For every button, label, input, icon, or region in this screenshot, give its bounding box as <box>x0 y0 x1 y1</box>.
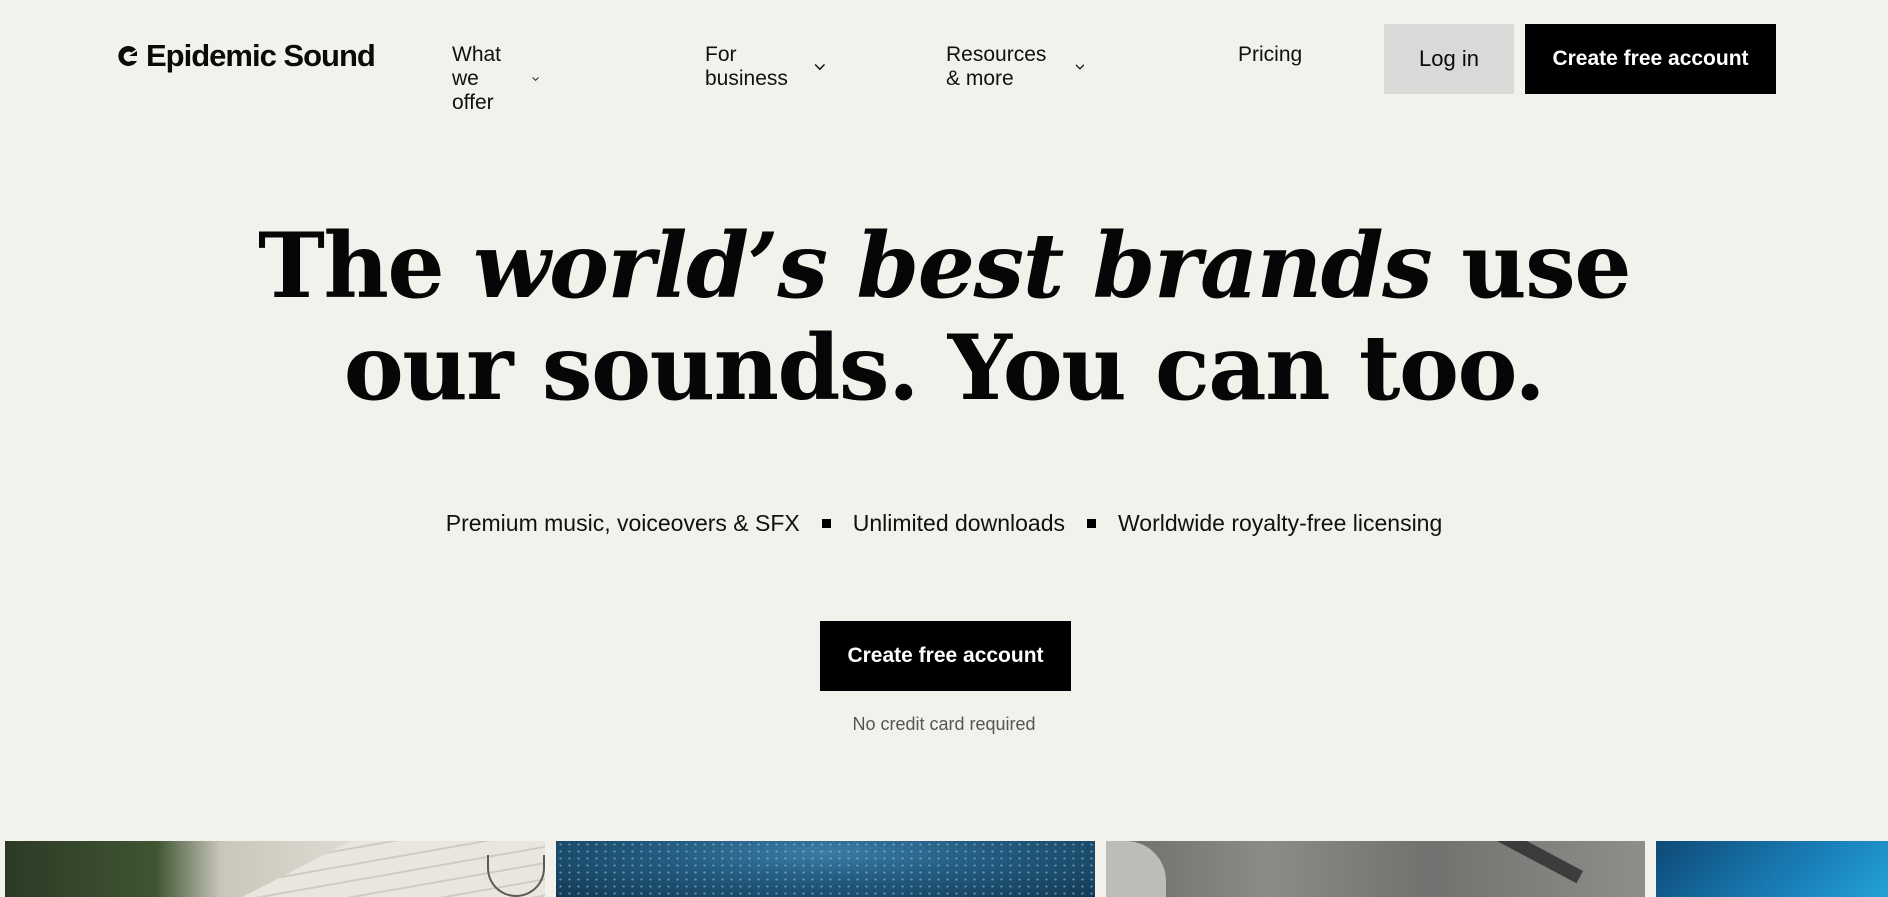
square-bullet-icon <box>1087 519 1096 528</box>
hero-title: The world’s best brands use our sounds. … <box>0 215 1888 419</box>
feature-item: Premium music, voiceovers & SFX <box>445 510 800 536</box>
nav-item-label: What we offer <box>452 43 502 114</box>
chevron-down-icon <box>1075 64 1084 70</box>
nav-item-for-business[interactable]: For business <box>705 43 826 91</box>
hero-title-end: use <box>1431 213 1631 319</box>
brand-name: Epidemic Sound <box>146 38 376 73</box>
nav-item-label: For business <box>705 43 788 90</box>
nav-item-resources[interactable]: Resources & more <box>946 43 1084 91</box>
feature-list: Premium music, voiceovers & SFX Unlimite… <box>0 510 1888 537</box>
landing-page: Epidemic Sound What we offer For busines… <box>0 0 1888 897</box>
showcase-image-blue[interactable] <box>1656 841 1888 897</box>
feature-item: Worldwide royalty-free licensing <box>1118 510 1443 536</box>
showcase-strip <box>0 841 1888 897</box>
showcase-image-gray[interactable] <box>1106 841 1645 897</box>
login-button[interactable]: Log in <box>1384 24 1514 94</box>
showcase-image-fish-school[interactable] <box>556 841 1095 897</box>
chevron-down-icon <box>814 63 826 71</box>
nav-item-label: Pricing <box>1238 43 1303 66</box>
fish-texture <box>556 841 1095 897</box>
dark-streak <box>1496 841 1584 884</box>
create-account-button-header[interactable]: Create free account <box>1525 24 1776 94</box>
create-account-button-hero[interactable]: Create free account <box>820 621 1071 691</box>
nav-item-what-we-offer[interactable]: What we offer <box>452 43 539 115</box>
hero-title-line2: our sounds. You can too. <box>343 315 1546 421</box>
square-bullet-icon <box>821 519 831 528</box>
showcase-image-house[interactable] <box>5 841 545 897</box>
cta-note: No credit card required <box>852 714 1036 734</box>
epidemic-sound-logo-icon <box>118 45 137 66</box>
gray-shape <box>1106 841 1166 897</box>
site-header: Epidemic Sound What we offer For busines… <box>0 0 1888 118</box>
chevron-down-icon <box>532 77 539 81</box>
hero-title-start: The <box>257 213 473 319</box>
nav-item-pricing[interactable]: Pricing <box>1238 43 1302 67</box>
feature-item: Unlimited downloads <box>852 510 1065 536</box>
hero-title-emphasis: world’s best brands <box>472 213 1433 319</box>
nav-item-label: Resources & more <box>946 43 1047 90</box>
brand-logo[interactable]: Epidemic Sound <box>116 38 376 74</box>
